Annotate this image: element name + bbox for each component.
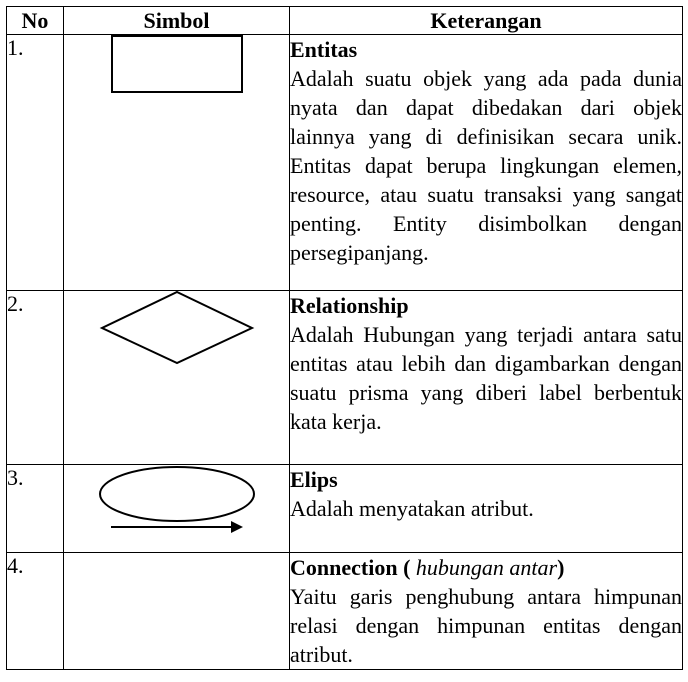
header-symbol: Simbol [63,6,290,35]
symbol-description: Adalah Hubungan yang terjadi antara satu… [290,322,682,434]
description-cell: Connection ( hubungan antar) Yaitu garis… [289,552,683,670]
rectangle-entity-icon [110,35,243,93]
row-number: 4. [6,552,64,670]
table-row: 3. Elips Adalah menyatakan atribut. [6,464,683,553]
symbol-title-close-paren: ) [557,555,565,580]
table-header-row: No Simbol Keterangan [6,6,683,35]
symbol-title-italic: hubungan antar [415,555,558,580]
symbol-cell [63,521,290,670]
symbol-cell [63,34,290,291]
symbol-title: Connection ( hubungan antar) [290,553,682,582]
symbol-title: Relationship [290,293,409,318]
symbol-title: Elips [290,467,338,492]
document-page: No Simbol Keterangan 1. Entitas Adalah s… [0,0,688,682]
er-symbol-table: No Simbol Keterangan 1. Entitas Adalah s… [6,6,683,670]
table-row: 1. Entitas Adalah suatu objek yang ada p… [6,34,683,291]
symbol-cell [63,290,290,465]
symbol-description: Yaitu garis penghubung antara himpunan r… [290,584,682,667]
symbol-title-main: Connection [290,555,398,580]
symbol-title-open-paren: ( [397,555,416,580]
ellipse-attribute-icon [98,466,255,522]
description-cell: Entitas Adalah suatu objek yang ada pada… [289,34,683,291]
table-row: 4. Connection ( hubungan antar) Yaitu ga… [6,521,683,670]
table-row: 2. Relationship Adalah Hubungan yang ter… [6,290,683,465]
symbol-title: Entitas [290,37,358,62]
row-number: 3. [6,464,64,553]
symbol-cell [63,464,290,553]
symbol-description: Adalah menyatakan atribut. [290,496,534,521]
symbol-description: Adalah suatu objek yang ada pada dunia n… [290,66,682,265]
row-number: 1. [6,34,64,291]
description-cell: Relationship Adalah Hubungan yang terjad… [289,290,683,465]
header-no: No [6,6,64,35]
header-description: Keterangan [289,6,683,35]
diamond-relationship-icon [99,290,254,365]
description-cell: Elips Adalah menyatakan atribut. [289,464,683,553]
row-number: 2. [6,290,64,465]
